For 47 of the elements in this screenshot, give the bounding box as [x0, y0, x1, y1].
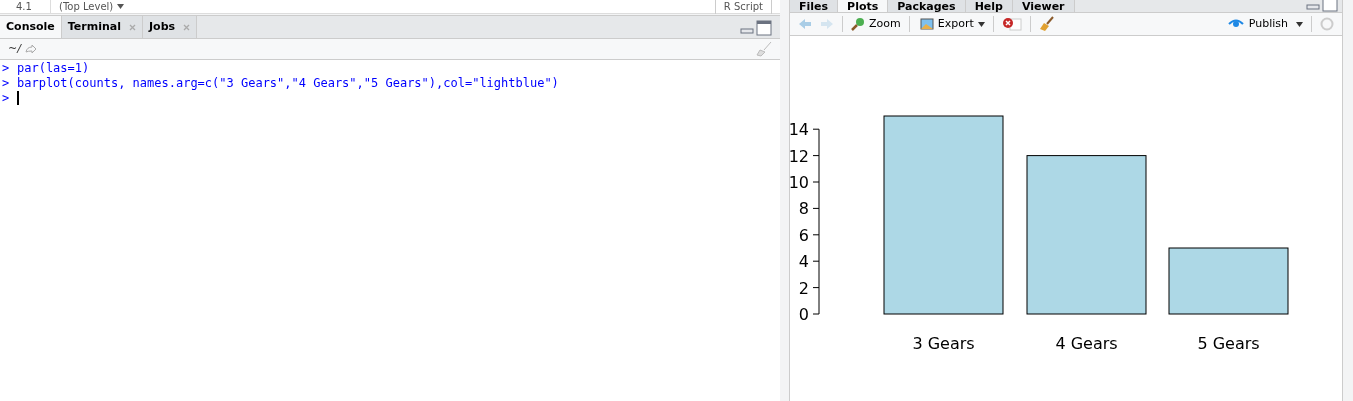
tick-label: 10: [790, 173, 809, 192]
publish-icon: [1226, 18, 1245, 30]
tick-label: 14: [790, 120, 809, 140]
prompt: >: [1, 91, 11, 106]
tick-label: 4: [798, 252, 809, 272]
pane-tab[interactable]: Packages: [888, 0, 966, 12]
remove-plot-icon[interactable]: [1001, 17, 1022, 31]
text-cursor: [17, 91, 19, 105]
tick-label: 6: [798, 225, 809, 245]
image-icon: [917, 18, 934, 30]
pane-tab[interactable]: Help: [965, 0, 1013, 12]
line-number: 4.1: [15, 0, 33, 14]
tick-label: 0: [798, 305, 809, 324]
file-type-dropdown[interactable]: R Script: [714, 0, 772, 14]
prompt: >: [1, 76, 11, 91]
category-label: 3 Gears: [912, 334, 975, 353]
pane-tab[interactable]: Console: [0, 16, 62, 38]
publish-button[interactable]: Publish: [1226, 15, 1303, 33]
category-label: 4 Gears: [1055, 334, 1118, 353]
tick-label: 2: [798, 278, 809, 298]
console-command: barplot(counts, names.arg=c("3 Gears","4 Gears","5 Gears"),col="lightblue"): [17, 76, 559, 91]
caret-icon: [117, 4, 125, 9]
refresh-icon[interactable]: [1320, 17, 1334, 31]
tick-label: 12: [790, 146, 809, 166]
tick-label: 8: [798, 199, 809, 219]
magnifier-icon: [851, 17, 865, 31]
maximize-icon[interactable]: [756, 20, 772, 36]
console-command: par(las=1): [17, 61, 90, 76]
working-directory: ~/: [8, 40, 21, 57]
close-icon[interactable]: [129, 23, 136, 31]
pane-tab[interactable]: Plots: [838, 0, 889, 12]
forward-arrow-icon[interactable]: [820, 18, 834, 30]
export-button[interactable]: Export: [917, 15, 985, 33]
pane-tab[interactable]: Files: [790, 0, 839, 12]
back-arrow-icon[interactable]: [798, 18, 812, 30]
zoom-button[interactable]: Zoom: [851, 15, 901, 33]
category-label: 5 Gears: [1197, 334, 1260, 353]
prompt: >: [1, 61, 11, 76]
broom-icon[interactable]: [1038, 16, 1055, 32]
close-icon[interactable]: [183, 23, 191, 31]
pane-tab[interactable]: Viewer: [1012, 0, 1075, 12]
scope-dropdown[interactable]: (Top Level): [50, 0, 125, 14]
caret-icon: [977, 21, 985, 27]
pane-tab[interactable]: Jobs: [143, 16, 198, 38]
arrow-icon[interactable]: [24, 44, 37, 54]
caret-icon: [1296, 21, 1303, 27]
pane-tab[interactable]: Terminal: [61, 16, 143, 38]
